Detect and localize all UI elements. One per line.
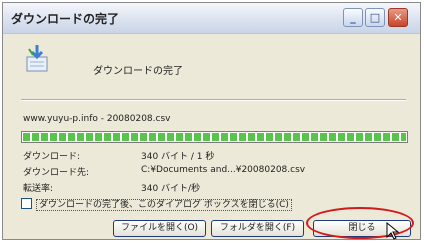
status-text: ダウンロードの完了 <box>93 66 183 77</box>
minimize-button[interactable]: _ <box>343 8 363 27</box>
detail-row-destination: ダウンロード先: C:¥Documents and...¥20080208.cs… <box>23 165 305 178</box>
detail-value: 340 バイト/秒 <box>141 184 201 194</box>
title-bar[interactable]: ダウンロードの完了 _ □ ✕ <box>3 3 420 34</box>
cursor-icon <box>386 222 400 240</box>
detail-label: ダウンロード先: <box>23 168 90 178</box>
detail-row-downloaded: ダウンロード: 340 バイト / 1 秒 <box>23 149 214 162</box>
divider <box>21 99 406 101</box>
progress-fill <box>23 133 406 141</box>
maximize-button[interactable]: □ <box>365 8 385 27</box>
maximize-icon: □ <box>369 11 381 24</box>
open-file-button[interactable]: ファイルを開く(O) <box>113 220 206 237</box>
download-icon <box>26 45 48 72</box>
progress-bar <box>21 131 408 143</box>
checkbox-box[interactable] <box>21 198 32 209</box>
detail-value: 340 バイト / 1 秒 <box>141 152 215 162</box>
close-icon: ✕ <box>393 11 403 24</box>
detail-value: C:¥Documents and...¥20080208.csv <box>141 165 306 175</box>
detail-label: ダウンロード: <box>23 152 81 162</box>
window-title: ダウンロードの完了 <box>11 12 120 26</box>
detail-row-rate: 転送率: 340 バイト/秒 <box>23 181 200 194</box>
detail-label: 転送率: <box>23 184 54 194</box>
checkbox-label: ダウンロードの完了後、このダイアログ ボックスを閉じる(C) <box>36 199 292 211</box>
close-window-button[interactable]: ✕ <box>388 8 408 27</box>
file-name: www.yuyu-p.info - 20080208.csv <box>23 114 171 124</box>
close-after-download-checkbox[interactable]: ダウンロードの完了後、このダイアログ ボックスを閉じる(C) <box>21 197 292 211</box>
download-complete-dialog: ダウンロードの完了 _ □ ✕ ダウンロードの完了 www.yuyu-p.inf… <box>2 2 421 240</box>
open-folder-button[interactable]: フォルダを開く(F) <box>211 220 304 237</box>
minimize-icon: _ <box>350 11 356 24</box>
